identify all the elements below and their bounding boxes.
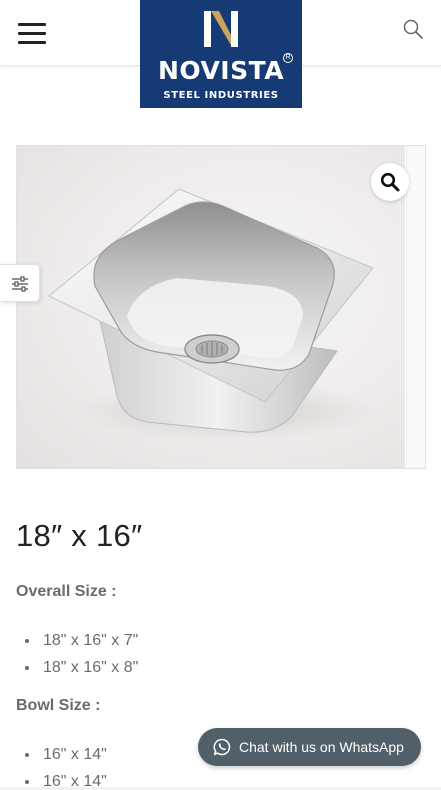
list-item: 18" x 16" x 8" (40, 654, 138, 681)
overall-size-heading: Overall Size : (16, 583, 117, 600)
logo-n-mark (204, 11, 238, 47)
list-item: 18" x 16" x 7" (40, 627, 138, 654)
bowl-size-heading: Bowl Size : (16, 697, 101, 714)
sink-illustration (48, 188, 377, 441)
hamburger-menu-icon[interactable] (18, 20, 48, 46)
brand-tagline: STEEL INDUSTRIES (163, 90, 279, 101)
menu-bar (18, 32, 46, 35)
next-slide-preview[interactable] (406, 146, 425, 468)
brand-name: NOVISTA (157, 56, 285, 85)
list-item: 16" x 14" (40, 741, 107, 768)
sliders-icon[interactable] (0, 264, 40, 302)
magnifier-icon[interactable] (371, 163, 409, 201)
whatsapp-chat-button[interactable]: Chat with us on WhatsApp (198, 728, 421, 766)
menu-bar (18, 23, 46, 26)
search-icon[interactable] (402, 18, 428, 44)
product-gallery (16, 145, 426, 469)
product-image[interactable] (17, 146, 405, 468)
brand-logo[interactable]: NOVISTA R STEEL INDUSTRIES (140, 0, 302, 108)
whatsapp-icon (213, 738, 231, 756)
registered-mark: R (283, 53, 293, 63)
bowl-size-list: 16" x 14" 16" x 14" (40, 741, 107, 790)
overall-size-list: 18" x 16" x 7" 18" x 16" x 8" (40, 627, 138, 681)
product-title: 18″ x 16″ (16, 518, 143, 553)
whatsapp-button-label: Chat with us on WhatsApp (239, 739, 404, 755)
menu-bar (18, 41, 46, 44)
